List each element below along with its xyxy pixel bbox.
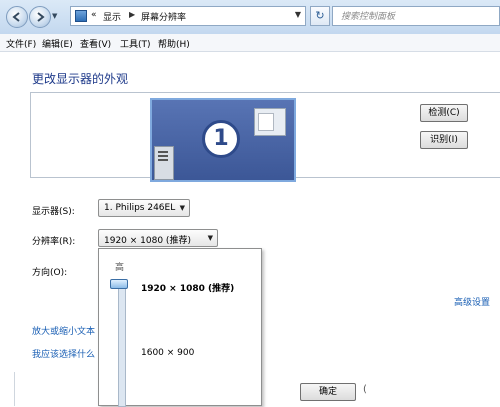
- computer-tower-icon: [154, 146, 174, 180]
- text-size-link[interactable]: 放大或缩小文本: [32, 324, 95, 337]
- next-button-edge: (: [363, 384, 367, 395]
- advanced-settings-link[interactable]: 高级设置: [454, 295, 490, 308]
- window-icon: [254, 108, 286, 136]
- display-select-value: 1. Philips 246EL: [104, 203, 176, 213]
- address-bar[interactable]: « 显示 ▶ 屏幕分辨率 ▼: [70, 6, 306, 26]
- resolution-label: 分辨率(R):: [32, 237, 76, 247]
- control-panel-icon: [75, 10, 87, 22]
- menu-bar: 文件(F) 编辑(E) 查看(V) 工具(T) 帮助(H): [0, 34, 500, 52]
- chevron-down-icon: ▼: [207, 234, 213, 242]
- breadcrumb-display[interactable]: 显示: [103, 10, 121, 23]
- menu-view[interactable]: 查看(V): [80, 37, 111, 50]
- monitor-number: 1: [202, 120, 240, 158]
- resolution-popup: 高 1920 × 1080 (推荐) 1600 × 900: [98, 248, 262, 407]
- detect-button[interactable]: 检测(C): [420, 104, 468, 122]
- display-label: 显示器(S):: [32, 207, 75, 217]
- resolution-option-1920[interactable]: 1920 × 1080 (推荐): [141, 281, 234, 294]
- menu-edit[interactable]: 编辑(E): [42, 37, 73, 50]
- search-input[interactable]: [339, 8, 483, 26]
- menu-help[interactable]: 帮助(H): [158, 37, 190, 50]
- back-arrow-icon: [12, 12, 20, 22]
- chevron-down-icon: ▼: [179, 204, 185, 212]
- display-select[interactable]: 1. Philips 246EL ▼: [98, 199, 190, 217]
- monitor-1-tile[interactable]: 1: [150, 98, 296, 182]
- identify-button[interactable]: 识别(I): [420, 131, 468, 149]
- resolution-select[interactable]: 1920 × 1080 (推荐) ▼: [98, 229, 218, 247]
- which-settings-link[interactable]: 我应该选择什么: [32, 347, 95, 360]
- address-toolbar: ▼ « 显示 ▶ 屏幕分辨率 ▼ ↻: [0, 0, 500, 35]
- menu-file[interactable]: 文件(F): [6, 37, 36, 50]
- recent-pages-dropdown-icon[interactable]: ▼: [52, 12, 60, 20]
- forward-arrow-icon: [37, 12, 45, 22]
- ok-button[interactable]: 确定: [300, 383, 356, 401]
- address-dropdown-icon[interactable]: ▼: [295, 10, 301, 19]
- back-button[interactable]: [6, 6, 28, 28]
- menu-tools[interactable]: 工具(T): [120, 37, 151, 50]
- resolution-slider-track[interactable]: [118, 279, 126, 407]
- resolution-select-value: 1920 × 1080 (推荐): [104, 236, 191, 246]
- refresh-icon: ↻: [315, 9, 325, 22]
- breadcrumb-overflow[interactable]: «: [91, 10, 97, 20]
- breadcrumb-separator-icon[interactable]: ▶: [129, 10, 135, 19]
- page-title: 更改显示器的外观: [32, 72, 129, 86]
- breadcrumb-screen-resolution[interactable]: 屏幕分辨率: [141, 10, 186, 23]
- resolution-option-1600[interactable]: 1600 × 900: [141, 348, 194, 358]
- slider-high-label: 高: [115, 263, 125, 273]
- bottom-divider: [14, 372, 15, 406]
- resolution-slider-thumb[interactable]: [110, 279, 128, 289]
- refresh-button[interactable]: ↻: [310, 6, 330, 26]
- forward-button[interactable]: [29, 6, 51, 28]
- orientation-label: 方向(O):: [32, 268, 68, 278]
- search-box[interactable]: [332, 6, 500, 26]
